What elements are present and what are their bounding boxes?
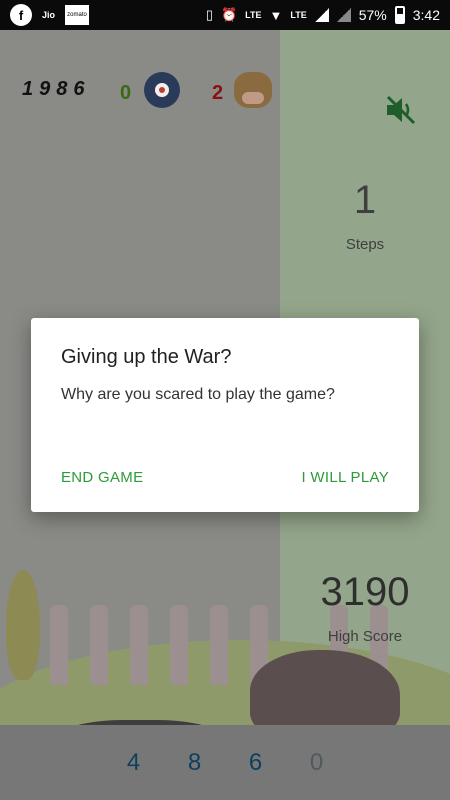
status-bar: f Jio zomato ▯ ⏰ LTE ▼ LTE 57% 3:42 [0,0,450,30]
signal-icon [314,8,329,22]
wifi-icon: ▼ [269,7,283,23]
give-up-dialog: Giving up the War? Why are you scared to… [31,318,419,512]
dialog-title: Giving up the War? [61,346,232,368]
status-bar-notifications: f Jio zomato [10,4,90,26]
i-will-play-button[interactable]: I WILL PLAY [302,469,390,486]
jio-icon: Jio [42,10,56,20]
lte-icon-2: LTE [290,10,307,20]
facebook-icon: f [10,4,32,26]
zomato-icon: zomato [65,5,90,25]
end-game-button[interactable]: END GAME [61,469,143,486]
status-bar-system: ▯ ⏰ LTE ▼ LTE 57% 3:42 [206,6,440,24]
clock: 3:42 [412,7,440,23]
battery-icon [394,6,405,24]
vibrate-icon: ▯ [205,7,213,22]
alarm-icon: ⏰ [220,7,238,22]
signal-icon-2 [336,8,351,22]
lte-icon: LTE [245,10,262,20]
battery-percent: 57% [358,7,387,23]
dialog-message: Why are you scared to play the game? [61,386,335,403]
